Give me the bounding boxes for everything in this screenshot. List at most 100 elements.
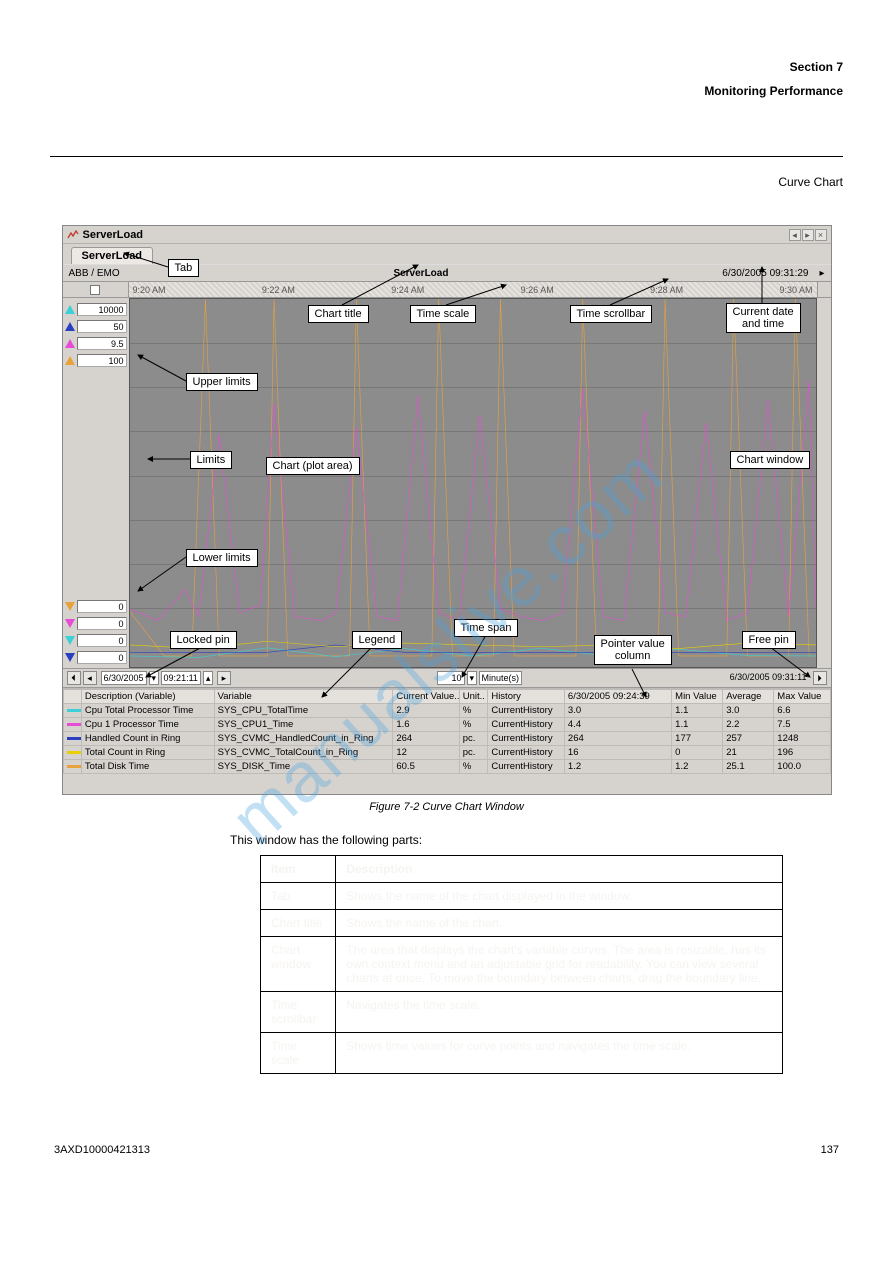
legend-header[interactable]: History: [488, 690, 565, 704]
parts-row: Time scrollbarNavigates the time scale.: [261, 992, 783, 1033]
callout-upper-limits: Upper limits: [186, 373, 258, 391]
callout-current-dt: Current date and time: [726, 303, 801, 333]
time-tick: 9:22 AM: [262, 285, 295, 295]
upper-limit-row[interactable]: 100: [65, 353, 127, 367]
callout-pointer-value: Pointer value column: [594, 635, 672, 665]
callout-limits: Limits: [190, 451, 233, 469]
legend-header[interactable]: Variable: [214, 690, 393, 704]
chart-plot-area[interactable]: [129, 298, 817, 668]
upper-limit-row[interactable]: 10000: [65, 302, 127, 316]
parts-header: ItemDescription: [261, 856, 783, 883]
legend-header[interactable]: 6/30/2005 09:24:39: [564, 690, 671, 704]
limit-value[interactable]: 100: [77, 354, 127, 367]
callout-time-scale: Time scale: [410, 305, 477, 323]
time-tick: 9:24 AM: [391, 285, 424, 295]
datetime-display: 6/30/2005 09:31:29: [722, 268, 808, 279]
upper-limit-row[interactable]: 9.5: [65, 336, 127, 350]
callout-chart-window: Chart window: [730, 451, 811, 469]
time-tick: 9:26 AM: [521, 285, 554, 295]
pin-free-icon[interactable]: ⏵: [813, 671, 827, 685]
section-subtitle: Curve Chart: [50, 175, 843, 189]
legend-row[interactable]: Handled Count in RingSYS_CVMC_HandledCou…: [63, 732, 830, 746]
callout-tab: Tab: [168, 259, 200, 277]
figure-caption: Figure 7-2 Curve Chart Window: [50, 801, 843, 813]
end-datetime: 6/30/2005 09:31:11: [728, 671, 809, 685]
step-fwd-icon[interactable]: ▸: [217, 671, 231, 685]
span-dropdown-icon[interactable]: ▾: [467, 671, 477, 685]
limit-value[interactable]: 0: [77, 617, 127, 630]
chart-body: 10000 50 9.5 100 0 0 0 0: [63, 298, 831, 668]
scroll-arrows-icon[interactable]: ▸: [809, 268, 825, 279]
triangle-up-icon: [65, 356, 75, 365]
lower-limit-row[interactable]: 0: [65, 599, 127, 613]
time-scale[interactable]: 9:20 AM 9:22 AM 9:24 AM 9:26 AM 9:28 AM …: [129, 282, 817, 297]
triangle-up-icon: [65, 322, 75, 331]
callout-lower-limits: Lower limits: [186, 549, 258, 567]
date-dropdown-icon[interactable]: ▾: [149, 671, 159, 685]
triangle-up-icon: [65, 305, 75, 314]
limit-value[interactable]: 10000: [77, 303, 127, 316]
nav-next-icon[interactable]: ▸: [802, 229, 814, 241]
tab-serverload[interactable]: ServerLoad: [71, 247, 154, 264]
span-unit[interactable]: Minute(s): [479, 671, 523, 685]
pin-locked-icon[interactable]: ⏴: [67, 671, 81, 685]
legend-row[interactable]: Cpu Total Processor TimeSYS_CPU_TotalTim…: [63, 704, 830, 718]
lower-limit-row[interactable]: 0: [65, 650, 127, 664]
parts-row: Chart titleShows the name of the chart.: [261, 910, 783, 937]
doc-id: 3AXD10000421313: [54, 1144, 150, 1156]
time-field[interactable]: 09:21:11: [161, 671, 201, 685]
figure-wrap: ServerLoad ◂ ▸ × ServerLoad ABB / EMO Se…: [62, 225, 832, 795]
time-scrollbar[interactable]: 9:20 AM 9:22 AM 9:24 AM 9:26 AM 9:28 AM …: [63, 282, 831, 298]
legend-table[interactable]: Description (Variable)VariableCurrent Va…: [63, 689, 831, 774]
legend-header[interactable]: Average: [723, 690, 774, 704]
limits-column: 10000 50 9.5 100 0 0 0 0: [63, 298, 129, 668]
right-gutter: [817, 298, 831, 668]
nav-prev-icon[interactable]: ◂: [789, 229, 801, 241]
span-value[interactable]: 10: [437, 671, 465, 685]
limit-value[interactable]: 50: [77, 320, 127, 333]
upper-limit-row[interactable]: 50: [65, 319, 127, 333]
legend-header[interactable]: Min Value: [672, 690, 723, 704]
limit-value[interactable]: 0: [77, 600, 127, 613]
legend-row[interactable]: Total Disk TimeSYS_DISK_Time60.5% Curren…: [63, 760, 830, 774]
section-title: Monitoring Performance: [50, 84, 843, 98]
date-field[interactable]: 6/30/2005: [101, 671, 147, 685]
plot-svg: [130, 299, 816, 667]
legend-header[interactable]: Current Value..: [393, 690, 459, 704]
header-rule: [50, 156, 843, 157]
time-tick: 9:20 AM: [133, 285, 166, 295]
legend-row[interactable]: Total Count in RingSYS_CVMC_TotalCount_i…: [63, 746, 830, 760]
time-tick: 9:30 AM: [779, 285, 812, 295]
callout-legend: Legend: [352, 631, 403, 649]
legend-header[interactable]: Max Value: [774, 690, 830, 704]
parts-row: TabShows the name of the chart displayed…: [261, 883, 783, 910]
parts-row: Chart windowThe area that displays the c…: [261, 937, 783, 992]
lower-limit-row[interactable]: 0: [65, 616, 127, 630]
limit-value[interactable]: 0: [77, 651, 127, 664]
window-title: ServerLoad: [83, 229, 144, 241]
step-back-icon[interactable]: ◂: [83, 671, 97, 685]
legend-header[interactable]: Unit..: [459, 690, 488, 704]
triangle-up-icon: [65, 339, 75, 348]
triangle-down-icon: [65, 653, 75, 662]
page-footer: 3AXD10000421313 137: [50, 1144, 843, 1156]
time-tick: 9:28 AM: [650, 285, 683, 295]
close-icon[interactable]: ×: [815, 229, 827, 241]
lower-limit-row[interactable]: 0: [65, 633, 127, 647]
legend-row[interactable]: Cpu 1 Processor TimeSYS_CPU1_Time1.6% Cu…: [63, 718, 830, 732]
triangle-down-icon: [65, 636, 75, 645]
callout-time-scrollbar: Time scrollbar: [570, 305, 653, 323]
limit-value[interactable]: 9.5: [77, 337, 127, 350]
callout-chart-title: Chart title: [308, 305, 369, 323]
chart-icon: [67, 229, 79, 241]
callout-time-span: Time span: [454, 619, 519, 637]
lock-checkbox[interactable]: [90, 285, 100, 295]
titlebar: ServerLoad ◂ ▸ ×: [63, 226, 831, 244]
section-number: Section 7: [50, 60, 843, 74]
limit-value[interactable]: 0: [77, 634, 127, 647]
legend-header[interactable]: [63, 690, 81, 704]
parts-table: ItemDescriptionTabShows the name of the …: [260, 855, 783, 1074]
time-stepper-icon[interactable]: ▴: [203, 671, 213, 685]
callout-locked-pin: Locked pin: [170, 631, 237, 649]
legend-header[interactable]: Description (Variable): [81, 690, 214, 704]
